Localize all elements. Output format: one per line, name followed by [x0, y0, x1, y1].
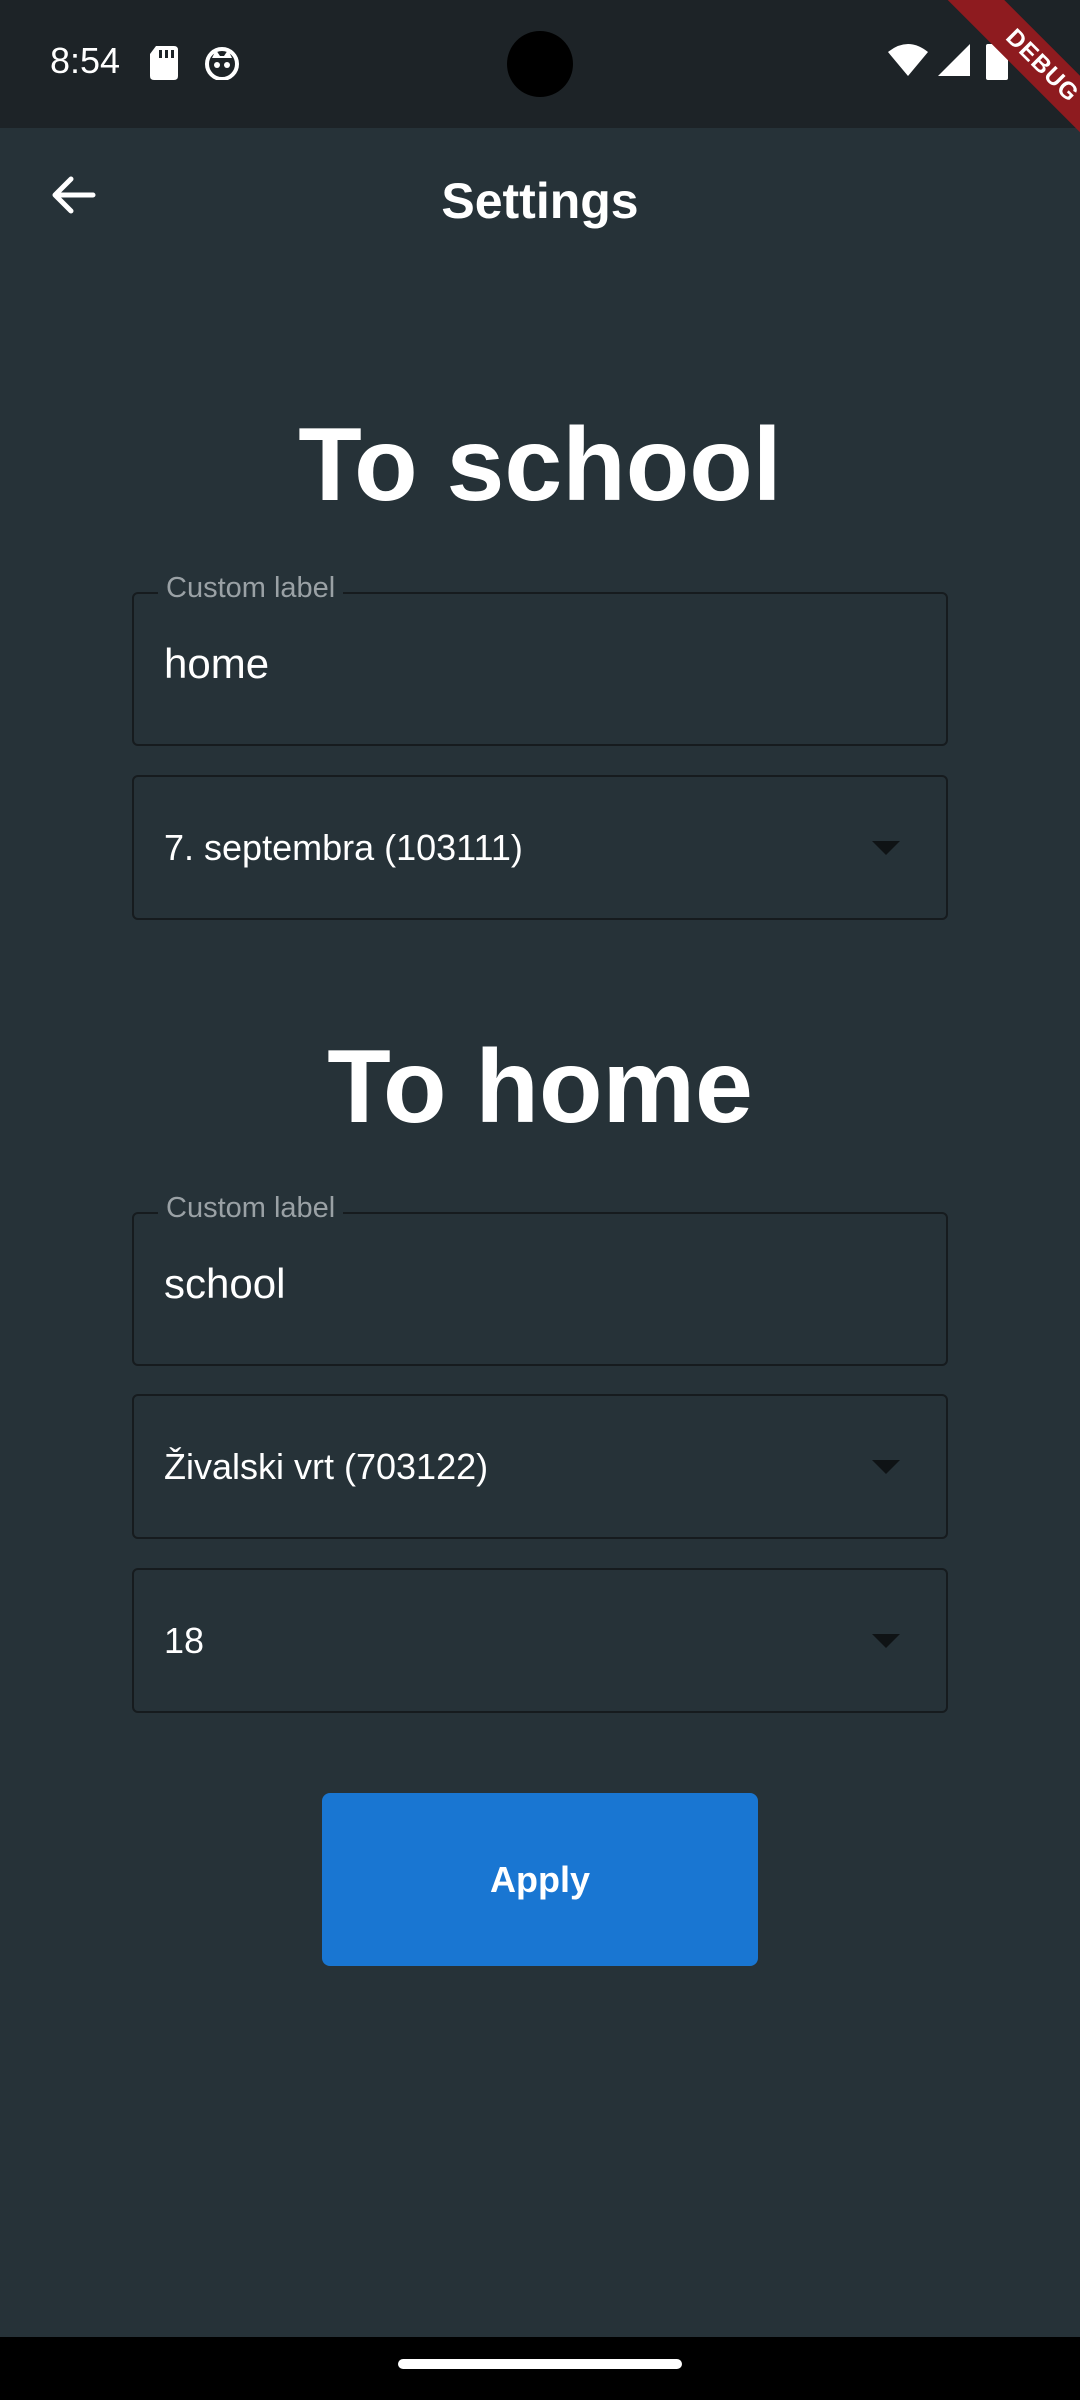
sd-card-icon: [150, 46, 178, 85]
dropdown-arrow-icon: [872, 1460, 900, 1474]
to-home-heading: To home: [327, 1029, 753, 1145]
apply-button[interactable]: Apply: [322, 1793, 758, 1966]
to-home-custom-label-field[interactable]: Custom label school: [132, 1192, 948, 1366]
cat-icon: [204, 46, 240, 85]
settings-screen: 8:54 DEBUG Settings To school Custom lab…: [0, 0, 1080, 2400]
home-indicator[interactable]: [398, 2359, 682, 2369]
to-school-custom-label-field[interactable]: Custom label home: [132, 572, 948, 746]
front-camera: [507, 31, 573, 97]
dropdown-arrow-icon: [872, 841, 900, 855]
status-time: 8:54: [50, 40, 121, 81]
line-selected-value: 18: [164, 1620, 205, 1661]
station-selected-value: 7. septembra (103111): [164, 827, 523, 868]
to-school-station-dropdown[interactable]: 7. septembra (103111): [132, 775, 948, 920]
app-bar: Settings: [0, 128, 1080, 274]
dropdown-arrow-icon: [872, 1634, 900, 1648]
custom-label-caption: Custom label: [158, 572, 344, 605]
status-bar: 8:54: [0, 0, 1080, 128]
to-home-station-dropdown[interactable]: Živalski vrt (703122): [132, 1394, 948, 1539]
custom-label-value: home: [164, 640, 270, 687]
navigation-bar: [0, 2337, 1080, 2400]
station-selected-value: Živalski vrt (703122): [164, 1446, 489, 1487]
page-title: Settings: [441, 173, 639, 229]
to-home-line-dropdown[interactable]: 18: [132, 1568, 948, 1713]
custom-label-value: school: [164, 1260, 286, 1307]
custom-label-caption: Custom label: [158, 1192, 344, 1225]
to-school-heading: To school: [298, 407, 782, 523]
